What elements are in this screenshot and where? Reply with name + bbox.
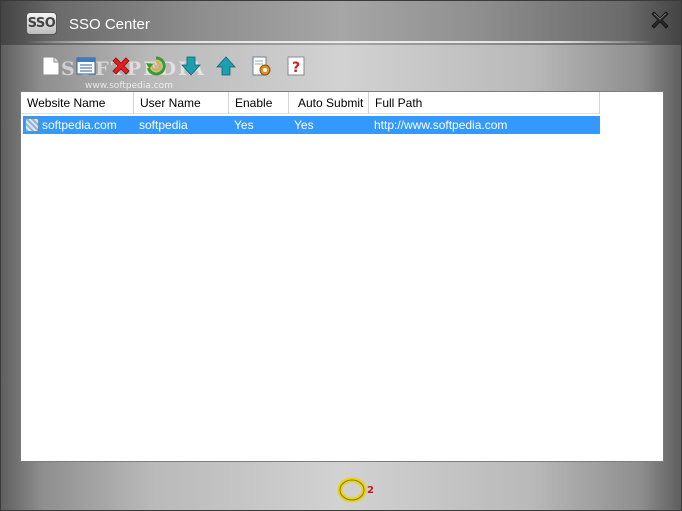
- window-title: SSO Center: [69, 16, 150, 33]
- column-header-website-name[interactable]: Website Name: [21, 92, 134, 114]
- title-bar[interactable]: SSO SSO Center: [1, 1, 681, 45]
- settings-button[interactable]: [249, 53, 273, 79]
- settings-icon: [252, 56, 271, 76]
- column-header-enable[interactable]: Enable: [229, 92, 289, 114]
- o2-logo-icon: 2: [337, 477, 374, 503]
- cell-full-path: http://www.softpedia.com: [374, 118, 508, 132]
- help-icon: ?: [287, 56, 305, 76]
- cell-website-name: softpedia.com: [42, 118, 117, 132]
- column-header-user-name[interactable]: User Name: [134, 92, 229, 114]
- new-document-icon: [42, 56, 60, 76]
- delete-icon: [112, 57, 130, 75]
- logo-superscript: 2: [367, 485, 374, 496]
- app-logo: SSO: [26, 12, 57, 35]
- website-list[interactable]: Website Name User Name Enable Auto Submi…: [20, 91, 664, 462]
- cell-auto-submit: Yes: [294, 118, 314, 132]
- website-icon: [25, 118, 39, 132]
- edit-button[interactable]: [74, 53, 98, 79]
- brand-logo: 2: [337, 475, 377, 505]
- table-header: Website Name User Name Enable Auto Submi…: [21, 92, 663, 114]
- title-separator: [25, 41, 655, 43]
- new-button[interactable]: [39, 53, 63, 79]
- column-header-auto-submit[interactable]: Auto Submit: [289, 92, 369, 114]
- help-button[interactable]: ?: [284, 53, 308, 79]
- close-icon: [651, 11, 669, 29]
- sso-center-window: SSO SSO Center SOFTPEDIA www.softpedia.c…: [0, 0, 682, 511]
- move-down-button[interactable]: [179, 53, 203, 79]
- watermark-url: www.softpedia.com: [85, 81, 173, 91]
- column-header-full-path[interactable]: Full Path: [369, 92, 600, 114]
- refresh-button[interactable]: [144, 53, 168, 79]
- move-down-icon: [181, 56, 201, 76]
- cell-enable: Yes: [234, 118, 254, 132]
- edit-list-icon: [76, 57, 96, 75]
- table-row[interactable]: softpedia.com softpedia Yes Yes http://w…: [23, 116, 600, 134]
- move-up-button[interactable]: [214, 53, 238, 79]
- refresh-icon: [146, 56, 166, 76]
- svg-text:?: ?: [292, 60, 300, 76]
- move-up-icon: [216, 56, 236, 76]
- close-button[interactable]: [647, 7, 673, 33]
- cell-user-name: softpedia: [139, 118, 188, 132]
- delete-button[interactable]: [109, 53, 133, 79]
